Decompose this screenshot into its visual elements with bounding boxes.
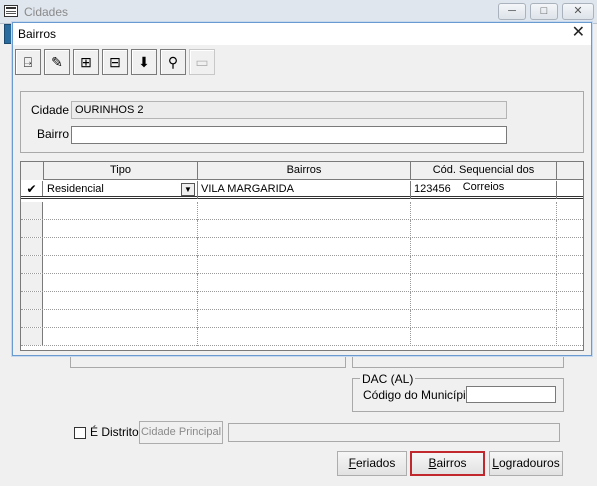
chevron-down-icon[interactable]: ▼ [181, 183, 195, 196]
accelerator-key: L [492, 456, 499, 470]
toolbar-edge-icon [4, 24, 12, 44]
cell-tipo[interactable] [44, 202, 198, 220]
codigo-municipio-input[interactable] [466, 386, 556, 403]
close-icon[interactable]: ✕ [572, 25, 585, 41]
insert-icon[interactable]: ⊞ [73, 49, 99, 75]
table-row[interactable] [21, 238, 583, 256]
search-binoculars-icon[interactable]: ⚲ [160, 49, 186, 75]
cell-bairro[interactable] [198, 256, 411, 274]
grid-header: Tipo Bairros Cód. Sequencial dos Correio… [21, 162, 583, 193]
dac-legend: DAC (AL) [360, 372, 416, 386]
grid-corner [21, 162, 44, 180]
accelerator-key: B [428, 456, 437, 470]
table-row[interactable] [21, 274, 583, 292]
cell-tipo[interactable]: Residencial ▼ [44, 181, 198, 199]
col-header-tipo[interactable]: Tipo [44, 162, 198, 180]
cell-tipo[interactable] [44, 256, 198, 274]
bairros-button[interactable]: Bairros [410, 451, 485, 476]
blank-disabled-icon: ▭ [189, 49, 215, 75]
bairros-grid: Tipo Bairros Cód. Sequencial dos Correio… [20, 161, 584, 351]
cell-codigo[interactable] [411, 292, 557, 310]
cell-tipo-value: Residencial [47, 183, 104, 195]
cidade-label: Cidade [31, 103, 70, 117]
row-indicator [21, 328, 43, 345]
table-row[interactable] [21, 292, 583, 310]
cell-codigo[interactable] [411, 328, 557, 346]
cell-codigo[interactable] [411, 256, 557, 274]
cell-tipo[interactable] [44, 310, 198, 328]
cell-codigo[interactable] [411, 238, 557, 256]
cell-bairro[interactable]: VILA MARGARIDA [198, 181, 411, 199]
table-row[interactable] [21, 310, 583, 328]
cell-bairro[interactable] [198, 238, 411, 256]
distrito-label: É Distrito [90, 425, 139, 439]
cell-codigo[interactable] [411, 274, 557, 292]
window-app-icon [4, 5, 18, 17]
table-row[interactable] [21, 328, 583, 346]
row-indicator [21, 292, 43, 309]
logradouros-button[interactable]: Logradouros [489, 451, 563, 476]
maximize-button[interactable]: □ [530, 3, 558, 20]
table-row[interactable] [21, 202, 583, 220]
cell-bairro[interactable] [198, 310, 411, 328]
bairros-dialog: Bairros ✕ ⍈ ✎ ⊞ ⊟ ⬇ ⚲ ▭ Cidade OURINHOS … [12, 22, 592, 356]
cell-bairro[interactable] [198, 220, 411, 238]
cidade-principal-button[interactable]: Cidade Principal [139, 421, 223, 444]
col-header-bairros[interactable]: Bairros [198, 162, 411, 180]
codigo-municipio-label: Código do Município [363, 388, 473, 402]
cell-codigo[interactable]: 123456 [411, 181, 557, 199]
row-indicator [21, 202, 43, 219]
table-row[interactable] [21, 220, 583, 238]
distrito-checkbox[interactable] [74, 427, 86, 439]
bairros-titlebar: Bairros ✕ [13, 23, 591, 45]
col-header-codigo[interactable]: Cód. Sequencial dos Correios [411, 162, 557, 193]
cidades-titlebar: Cidades ─ □ ✕ [0, 0, 597, 24]
bairro-form-panel: Cidade OURINHOS 2 Bairro [20, 91, 584, 153]
cell-tipo[interactable] [44, 328, 198, 346]
exit-icon[interactable]: ⍈ [15, 49, 41, 75]
row-indicator [21, 274, 43, 291]
bairro-label: Bairro [37, 127, 70, 141]
bairros-dialog-title: Bairros [18, 27, 57, 41]
cidade-field: OURINHOS 2 [71, 101, 507, 119]
table-row[interactable] [21, 256, 583, 274]
table-row[interactable]: ✔ Residencial ▼ VILA MARGARIDA 123456 [21, 181, 583, 199]
accelerator-key: F [348, 456, 356, 470]
cell-tipo[interactable] [44, 292, 198, 310]
cell-bairro[interactable] [198, 292, 411, 310]
row-indicator-check-icon: ✔ [21, 181, 43, 196]
cell-tipo[interactable] [44, 274, 198, 292]
cell-tipo[interactable] [44, 220, 198, 238]
row-indicator [21, 310, 43, 327]
delete-icon[interactable]: ⊟ [102, 49, 128, 75]
cell-bairro[interactable] [198, 202, 411, 220]
minimize-button[interactable]: ─ [498, 3, 526, 20]
feriados-button[interactable]: Feriados [337, 451, 407, 476]
cell-codigo[interactable] [411, 220, 557, 238]
edit-icon[interactable]: ✎ [44, 49, 70, 75]
save-icon[interactable]: ⬇ [131, 49, 157, 75]
cell-tipo[interactable] [44, 238, 198, 256]
cell-codigo[interactable] [411, 202, 557, 220]
cell-codigo[interactable] [411, 310, 557, 328]
row-indicator [21, 256, 43, 273]
cidade-principal-field[interactable] [228, 423, 560, 442]
row-indicator [21, 220, 43, 237]
bairro-input[interactable] [71, 126, 507, 144]
row-indicator [21, 238, 43, 255]
cell-bairro[interactable] [198, 274, 411, 292]
cell-bairro[interactable] [198, 328, 411, 346]
cidades-title: Cidades [24, 5, 69, 19]
close-window-button[interactable]: ✕ [562, 3, 594, 20]
